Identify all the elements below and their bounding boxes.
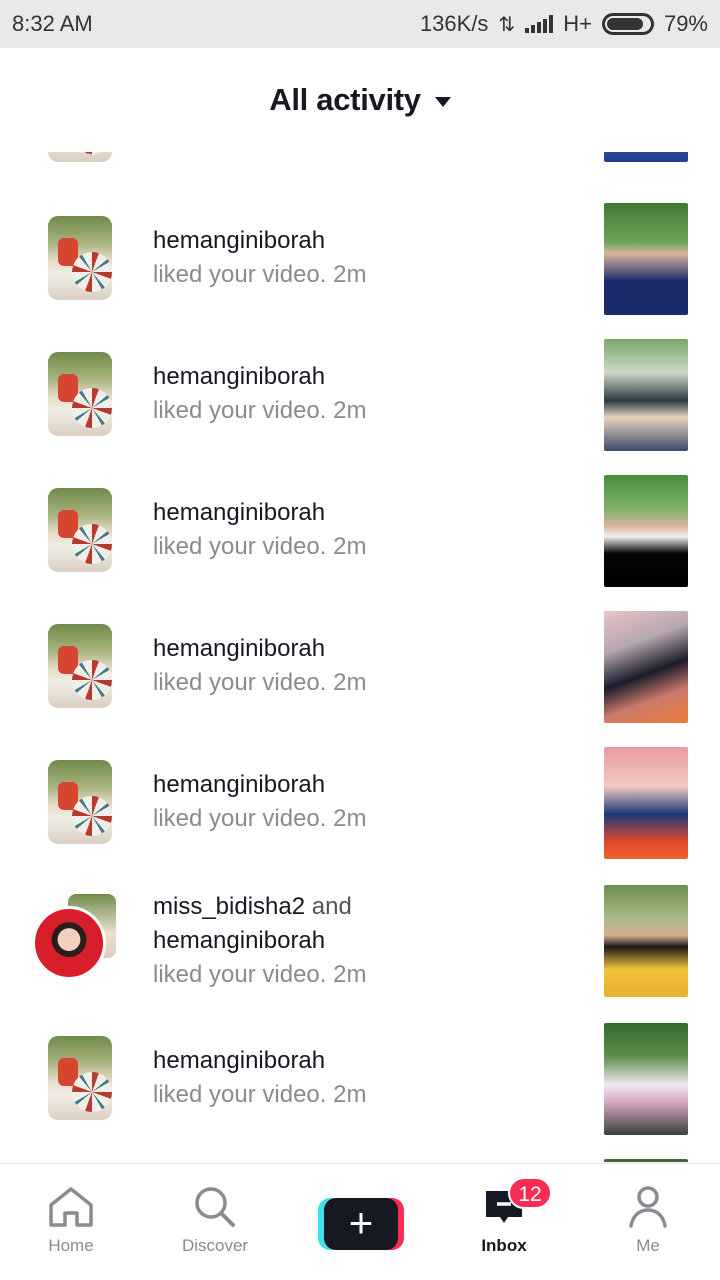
plus-icon: +	[324, 1198, 398, 1250]
avatar[interactable]	[48, 624, 112, 708]
activity-text: liked your video.	[153, 1081, 327, 1108]
connector-text: and	[311, 893, 352, 920]
avatar[interactable]	[48, 216, 112, 300]
video-thumbnail[interactable]	[604, 885, 688, 997]
activity-text: liked your video.	[153, 669, 327, 696]
video-thumbnail[interactable]	[604, 1023, 688, 1135]
list-item[interactable]: hemanginiborah liked your video. 2m	[0, 746, 720, 882]
network-speed: 136K/s	[419, 11, 489, 36]
status-time: 8:32 AM	[12, 11, 93, 36]
nav-me[interactable]: Me	[593, 1184, 703, 1256]
activity-filter-title[interactable]: All activity	[269, 82, 421, 118]
activity-time: 2m	[333, 397, 367, 424]
list-item[interactable]	[0, 1158, 720, 1162]
avatar[interactable]	[32, 906, 106, 980]
caret-down-icon[interactable]	[434, 97, 451, 107]
profile-icon	[593, 1184, 703, 1230]
avatar[interactable]	[48, 1036, 112, 1120]
home-icon	[16, 1184, 126, 1230]
activity-header: All activity	[0, 48, 720, 152]
nav-label: Discover	[181, 1236, 249, 1255]
activity-time: 2m	[333, 261, 367, 288]
bottom-nav: Home Discover + Inbox 12 Me	[0, 1163, 720, 1280]
activity-text: liked your video.	[153, 533, 327, 560]
activity-time: 2m	[333, 533, 367, 560]
list-item[interactable]: hemanginiborah liked your video. 2m	[0, 1023, 720, 1160]
username[interactable]: hemanginiborah	[153, 924, 573, 958]
status-bar: 8:32 AM 136K/s ⇅ H+ 79%	[0, 0, 720, 48]
signal-icon	[525, 15, 554, 33]
stacked-avatars[interactable]	[32, 894, 118, 982]
activity-time: 2m	[333, 669, 367, 696]
username[interactable]: hemanginiborah	[153, 632, 573, 666]
activity-text: liked your video.	[153, 261, 327, 288]
activity-time: 2m	[333, 1081, 367, 1108]
activity-time: 2m	[333, 805, 367, 832]
list-item[interactable]: hemanginiborah liked your video. 2m	[0, 474, 720, 610]
video-thumbnail[interactable]	[604, 152, 688, 162]
list-item[interactable]: hemanginiborah liked your video. 2m	[0, 338, 720, 474]
username[interactable]: hemanginiborah	[153, 360, 573, 394]
activity-text: liked your video.	[153, 397, 327, 424]
nav-home[interactable]: Home	[16, 1184, 126, 1256]
username[interactable]: hemanginiborah	[153, 768, 573, 802]
activity-list[interactable]: hemanginiborah liked your video. 2m hema…	[0, 152, 720, 1162]
inbox-badge: 12	[508, 1177, 552, 1209]
list-item[interactable]: hemanginiborah liked your video. 2m	[0, 610, 720, 746]
activity-text: liked your video.	[153, 961, 327, 988]
username[interactable]: hemanginiborah	[153, 224, 573, 258]
activity-text: liked your video.	[153, 805, 327, 832]
list-item[interactable]: hemanginiborah liked your video. 2m	[0, 202, 720, 338]
video-thumbnail[interactable]	[604, 747, 688, 859]
video-thumbnail[interactable]	[604, 475, 688, 587]
avatar[interactable]	[48, 152, 112, 162]
data-transfer-icon: ⇅	[498, 13, 516, 36]
video-thumbnail[interactable]	[604, 203, 688, 315]
activity-time: 2m	[333, 961, 367, 988]
username[interactable]: miss_bidisha2	[153, 893, 305, 920]
list-item[interactable]: miss_bidisha2 and hemanginiborah liked y…	[0, 884, 720, 1034]
nav-label: Home	[48, 1236, 94, 1255]
video-thumbnail[interactable]	[604, 339, 688, 451]
username[interactable]: hemanginiborah	[153, 496, 573, 530]
video-thumbnail[interactable]	[604, 1159, 688, 1162]
network-type: H+	[563, 11, 592, 36]
create-video-button[interactable]: +	[318, 1198, 404, 1250]
video-thumbnail[interactable]	[604, 611, 688, 723]
username[interactable]: hemanginiborah	[153, 1044, 573, 1078]
search-icon	[160, 1184, 270, 1230]
avatar[interactable]	[48, 760, 112, 844]
status-icons: 136K/s ⇅ H+ 79%	[420, 11, 708, 37]
nav-discover[interactable]: Discover	[160, 1184, 270, 1256]
battery-percent: 79%	[663, 11, 708, 36]
avatar[interactable]	[48, 352, 112, 436]
list-item[interactable]	[0, 152, 720, 180]
battery-icon	[601, 13, 654, 35]
nav-label: Inbox	[481, 1236, 527, 1255]
avatar[interactable]	[48, 488, 112, 572]
nav-label: Me	[636, 1236, 660, 1255]
